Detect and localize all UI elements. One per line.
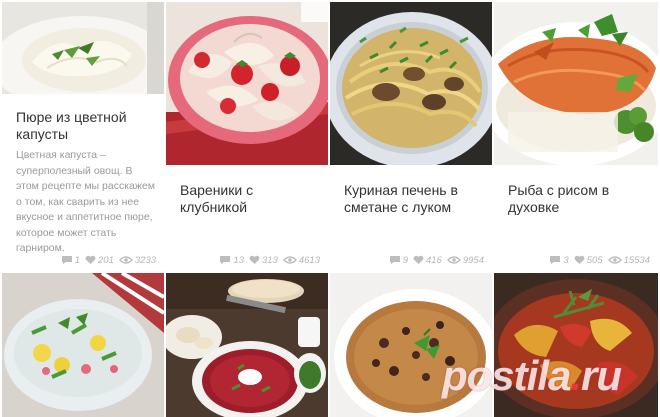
- recipe-card-cauliflower-puree[interactable]: Пюре из цветной капусты Цветная капуста …: [2, 2, 164, 270]
- likes-stat[interactable]: 505: [574, 255, 603, 266]
- likes-stat[interactable]: 416: [413, 255, 442, 266]
- recipe-card-okroshka[interactable]: [2, 273, 164, 417]
- speech-bubble-icon: [61, 256, 72, 264]
- comments-stat: 1: [61, 255, 80, 266]
- comments-count: 3: [563, 254, 569, 266]
- comments-stat: 9: [389, 255, 408, 266]
- comments-count: 1: [74, 254, 80, 266]
- recipe-image[interactable]: [166, 2, 328, 165]
- eye-icon: [446, 256, 461, 264]
- recipe-card-strawberry-vareniki[interactable]: Вареники с клубникой 13 313 4613: [166, 2, 328, 270]
- recipe-card-chicken-liver[interactable]: Куриная печень в сметане с луком 9 416 9…: [330, 2, 492, 270]
- recipe-title[interactable]: Вареники с клубникой: [180, 182, 320, 216]
- heart-icon: [85, 255, 96, 264]
- comments-count: 13: [233, 254, 244, 266]
- recipe-stats: 9 416 9954: [389, 253, 484, 267]
- recipe-title[interactable]: Рыба с рисом в духовке: [508, 182, 650, 216]
- recipe-title[interactable]: Куриная печень в сметане с луком: [344, 182, 484, 216]
- likes-stat[interactable]: 313: [249, 255, 278, 266]
- recipe-title[interactable]: Пюре из цветной капусты: [16, 109, 156, 143]
- eye-icon: [118, 256, 133, 264]
- comments-stat: 3: [549, 254, 569, 266]
- likes-count: 201: [98, 254, 114, 266]
- recipe-image[interactable]: [330, 2, 492, 165]
- recipe-stats: 1 201 3233: [61, 253, 156, 267]
- likes-count: 416: [426, 254, 442, 266]
- likes-count: 313: [262, 254, 278, 266]
- comments-stat: 13: [219, 255, 244, 266]
- image-brand-watermark: postila.ru: [442, 352, 622, 399]
- eye-icon: [607, 256, 622, 264]
- views-stat: 15534: [607, 254, 650, 266]
- speech-bubble-icon: [389, 256, 400, 264]
- recipe-stats: 13 313 4613: [219, 253, 320, 267]
- recipe-card-borscht[interactable]: [166, 273, 328, 417]
- recipe-image[interactable]: [2, 273, 164, 417]
- recipe-image[interactable]: [166, 273, 328, 417]
- views-count: 4613: [298, 254, 320, 266]
- speech-bubble-icon: [550, 256, 561, 264]
- speech-bubble-icon: [220, 256, 231, 264]
- heart-icon: [413, 255, 424, 264]
- eye-icon: [282, 256, 297, 264]
- heart-icon: [249, 255, 260, 264]
- views-count: 15534: [623, 254, 650, 266]
- views-stat: 4613: [282, 254, 320, 266]
- views-stat: 3233: [118, 254, 156, 266]
- recipe-image[interactable]: [2, 2, 164, 94]
- likes-count: 505: [586, 254, 603, 266]
- recipe-stats: 3 505 15534: [549, 253, 650, 267]
- views-count: 9954: [462, 254, 484, 266]
- likes-stat[interactable]: 201: [85, 255, 114, 266]
- recipe-grid: Пюре из цветной капусты Цветная капуста …: [0, 0, 660, 417]
- heart-icon: [574, 255, 585, 264]
- views-stat: 9954: [446, 254, 484, 266]
- recipe-card-fish-with-rice[interactable]: Рыба с рисом в духовке 3 505 15534: [494, 2, 658, 270]
- recipe-image[interactable]: [494, 2, 658, 165]
- views-count: 3233: [134, 254, 156, 266]
- comments-count: 9: [402, 254, 408, 266]
- recipe-description: Цветная капуста – суперполезный овощ. В …: [16, 149, 155, 254]
